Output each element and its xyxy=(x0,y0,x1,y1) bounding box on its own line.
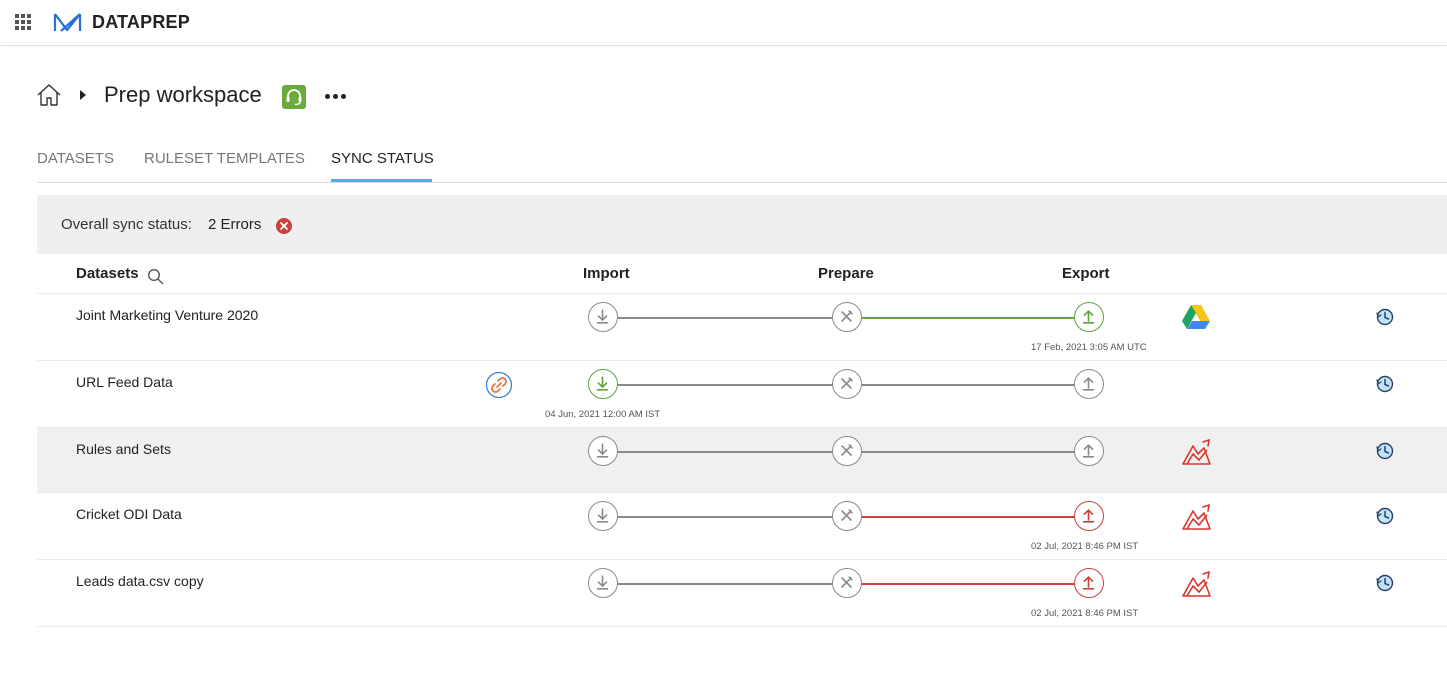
export-upload-icon[interactable] xyxy=(1074,568,1104,598)
search-icon[interactable] xyxy=(147,268,164,285)
tab-sync-status[interactable]: SYNC STATUS xyxy=(331,150,434,167)
sync-timestamp: 02 Jul, 2021 8:46 PM IST xyxy=(1031,541,1139,552)
tab-datasets[interactable]: DATASETS xyxy=(37,150,114,167)
prepare-export-line xyxy=(860,583,1076,585)
prepare-tools-icon[interactable] xyxy=(832,302,862,332)
prepare-export-line xyxy=(860,317,1076,319)
google-drive-icon[interactable] xyxy=(1181,302,1212,333)
link-icon[interactable] xyxy=(485,371,513,399)
import-download-icon[interactable] xyxy=(588,302,618,332)
zoho-analytics-icon[interactable] xyxy=(1181,568,1212,599)
home-icon[interactable] xyxy=(36,83,62,107)
column-header-datasets: Datasets xyxy=(76,265,139,282)
table-row[interactable]: Rules and Sets xyxy=(37,428,1447,493)
dataprep-logo-icon xyxy=(53,13,82,32)
prepare-export-line xyxy=(860,516,1076,518)
zoho-analytics-icon[interactable] xyxy=(1181,501,1212,532)
sync-history-icon[interactable] xyxy=(1375,374,1395,394)
tab-bar: DATASETS RULESET TEMPLATES SYNC STATUS xyxy=(37,140,1447,183)
prepare-tools-icon[interactable] xyxy=(832,369,862,399)
prepare-tools-icon[interactable] xyxy=(832,436,862,466)
sync-timestamp: 17 Feb, 2021 3:05 AM UTC xyxy=(1031,342,1147,353)
export-upload-icon[interactable] xyxy=(1074,436,1104,466)
import-download-icon[interactable] xyxy=(588,568,618,598)
dataset-name[interactable]: Joint Marketing Venture 2020 xyxy=(76,307,258,323)
zoho-analytics-icon[interactable] xyxy=(1181,436,1212,467)
column-header-prepare: Prepare xyxy=(818,265,874,282)
dataset-name[interactable]: URL Feed Data xyxy=(76,374,173,390)
import-download-icon[interactable] xyxy=(588,369,618,399)
import-prepare-line xyxy=(616,516,834,518)
tab-ruleset-templates[interactable]: RULESET TEMPLATES xyxy=(144,150,305,167)
import-download-icon[interactable] xyxy=(588,501,618,531)
sync-timestamp: 04 Jun, 2021 12:00 AM IST xyxy=(545,409,661,420)
column-header-export: Export xyxy=(1062,265,1110,282)
breadcrumb: Prep workspace xyxy=(36,82,436,110)
export-upload-icon[interactable] xyxy=(1074,369,1104,399)
table-row[interactable]: URL Feed Data 04 Jun, 2021 12:00 AM IST xyxy=(37,361,1447,428)
breadcrumb-caret-icon xyxy=(80,90,86,100)
dataset-name[interactable]: Leads data.csv copy xyxy=(76,573,204,589)
active-tab-indicator xyxy=(331,179,432,182)
dataset-name[interactable]: Cricket ODI Data xyxy=(76,506,182,522)
brand-name[interactable]: DATAPREP xyxy=(92,12,190,33)
top-bar: DATAPREP xyxy=(0,0,1447,46)
table-row[interactable]: Cricket ODI Data 02 Jul, 2021 8:46 PM IST xyxy=(37,493,1447,560)
prepare-export-line xyxy=(860,384,1076,386)
prepare-export-line xyxy=(860,451,1076,453)
app-grid-icon[interactable] xyxy=(15,14,31,30)
error-icon xyxy=(276,218,292,234)
export-upload-icon[interactable] xyxy=(1074,501,1104,531)
export-upload-icon[interactable] xyxy=(1074,302,1104,332)
table-row[interactable]: Joint Marketing Venture 2020 17 Feb, 2021… xyxy=(37,294,1447,361)
sync-status-value[interactable]: 2 Errors xyxy=(208,216,261,233)
support-headset-icon[interactable] xyxy=(282,85,306,109)
workspace-title: Prep workspace xyxy=(104,82,262,107)
sync-timestamp: 02 Jul, 2021 8:46 PM IST xyxy=(1031,608,1139,619)
import-prepare-line xyxy=(616,317,834,319)
import-prepare-line xyxy=(616,583,834,585)
import-prepare-line xyxy=(616,451,834,453)
import-download-icon[interactable] xyxy=(588,436,618,466)
sync-history-icon[interactable] xyxy=(1375,441,1395,461)
sync-history-icon[interactable] xyxy=(1375,573,1395,593)
table-row[interactable]: Leads data.csv copy 02 Jul, 2021 8:46 PM … xyxy=(37,560,1447,627)
import-prepare-line xyxy=(616,384,834,386)
sync-history-icon[interactable] xyxy=(1375,506,1395,526)
dataset-name[interactable]: Rules and Sets xyxy=(76,441,171,457)
prepare-tools-icon[interactable] xyxy=(832,501,862,531)
overall-sync-status-bar: Overall sync status: 2 Errors xyxy=(37,195,1447,254)
row-divider xyxy=(37,626,1447,627)
sync-status-label: Overall sync status: xyxy=(61,216,192,233)
prepare-tools-icon[interactable] xyxy=(832,568,862,598)
sync-history-icon[interactable] xyxy=(1375,307,1395,327)
column-header-import: Import xyxy=(583,265,630,282)
